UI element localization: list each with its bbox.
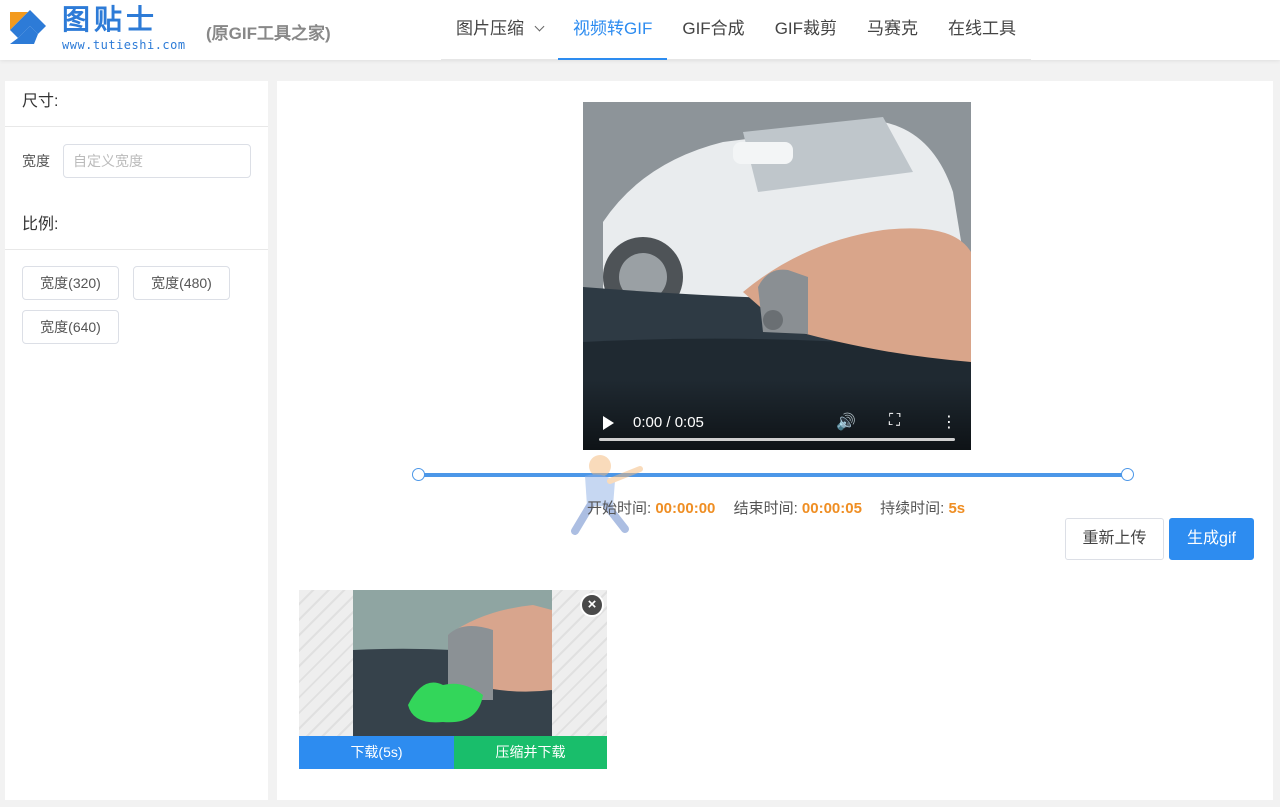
nav-label: 马赛克 bbox=[867, 19, 919, 38]
close-icon[interactable]: × bbox=[580, 593, 604, 617]
start-time-label: 开始时间: bbox=[587, 500, 652, 517]
nav-label: 视频转GIF bbox=[573, 19, 653, 38]
nav-image-compress[interactable]: 图片压缩 bbox=[441, 0, 558, 60]
brand-name: 图贴士 bbox=[62, 3, 159, 36]
start-time-value: 00:00:00 bbox=[655, 500, 716, 517]
duration-label: 持续时间: bbox=[880, 500, 945, 517]
download-button[interactable]: 下载(5s) bbox=[299, 736, 454, 769]
video-controls: 0:00 / 0:05 🔊 ⛶ ⋮ bbox=[583, 380, 971, 450]
brand-subtitle: (原GIF工具之家) bbox=[206, 24, 331, 43]
brand-url: www.tutieshi.com bbox=[62, 38, 186, 52]
brand[interactable]: 图贴士 www.tutieshi.com bbox=[62, 3, 186, 53]
gif-preview: × bbox=[299, 590, 607, 736]
time-range-slider bbox=[412, 468, 1134, 482]
nav-online-tools[interactable]: 在线工具 bbox=[933, 0, 1031, 60]
fullscreen-icon[interactable]: ⛶ bbox=[889, 412, 900, 430]
width-input[interactable]: 自定义宽度 bbox=[63, 144, 251, 178]
width-row: 宽度 自定义宽度 bbox=[5, 127, 268, 178]
range-end-handle[interactable] bbox=[1121, 468, 1134, 481]
nav-gif-crop[interactable]: GIF裁剪 bbox=[760, 0, 852, 60]
size-title: 尺寸: bbox=[5, 81, 268, 127]
range-track[interactable] bbox=[418, 473, 1128, 477]
nav-mosaic[interactable]: 马赛克 bbox=[852, 0, 933, 60]
time-info: 开始时间: 00:00:00 结束时间: 00:00:05 持续时间: 5s bbox=[587, 497, 979, 518]
nav-label: GIF合成 bbox=[682, 19, 745, 38]
tutieshi-logo-icon[interactable] bbox=[8, 6, 48, 46]
duration-value: 5s bbox=[948, 500, 966, 517]
ratio-640-button[interactable]: 宽度(640) bbox=[22, 310, 119, 344]
volume-icon[interactable]: 🔊 bbox=[836, 412, 856, 432]
range-start-handle[interactable] bbox=[412, 468, 425, 481]
more-options-icon[interactable]: ⋮ bbox=[941, 412, 957, 432]
gif-preview-image bbox=[353, 590, 552, 736]
end-time-label: 结束时间: bbox=[733, 500, 798, 517]
settings-sidebar: 尺寸: 宽度 自定义宽度 比例: 宽度(320) 宽度(480) 宽度(640) bbox=[5, 81, 268, 800]
main-panel: 0:00 / 0:05 🔊 ⛶ ⋮ 开始时间: 00:00:00 结束时间: 0… bbox=[277, 81, 1273, 800]
generate-gif-button[interactable]: 生成gif bbox=[1169, 518, 1254, 560]
top-header: 图贴士 www.tutieshi.com (原GIF工具之家) 图片压缩 视频转… bbox=[0, 0, 1280, 60]
video-time: 0:00 / 0:05 bbox=[633, 414, 704, 431]
video-player[interactable]: 0:00 / 0:05 🔊 ⛶ ⋮ bbox=[583, 102, 971, 450]
reupload-button[interactable]: 重新上传 bbox=[1065, 518, 1164, 560]
ratio-title: 比例: bbox=[5, 200, 268, 250]
nav-label: 图片压缩 bbox=[456, 19, 524, 38]
gif-result-card: × 下载(5s) 压缩并下载 bbox=[299, 590, 607, 769]
compress-download-button[interactable]: 压缩并下载 bbox=[454, 736, 607, 769]
nav-label: 在线工具 bbox=[948, 19, 1017, 38]
nav-gif-compose[interactable]: GIF合成 bbox=[667, 0, 759, 60]
nav-label: GIF裁剪 bbox=[774, 19, 838, 38]
width-label: 宽度 bbox=[22, 153, 50, 169]
video-progress-bar[interactable] bbox=[599, 438, 955, 441]
nav-video-to-gif[interactable]: 视频转GIF bbox=[558, 0, 668, 60]
ratio-320-button[interactable]: 宽度(320) bbox=[22, 266, 119, 300]
chevron-down-icon bbox=[534, 21, 545, 32]
play-icon[interactable] bbox=[603, 416, 614, 430]
ratio-480-button[interactable]: 宽度(480) bbox=[133, 266, 230, 300]
ratio-options: 宽度(320) 宽度(480) 宽度(640) bbox=[5, 250, 268, 354]
mascot-watermark-icon bbox=[571, 455, 643, 535]
end-time-value: 00:00:05 bbox=[801, 500, 862, 517]
main-nav: 图片压缩 视频转GIF GIF合成 GIF裁剪 马赛克 在线工具 bbox=[441, 0, 1032, 60]
